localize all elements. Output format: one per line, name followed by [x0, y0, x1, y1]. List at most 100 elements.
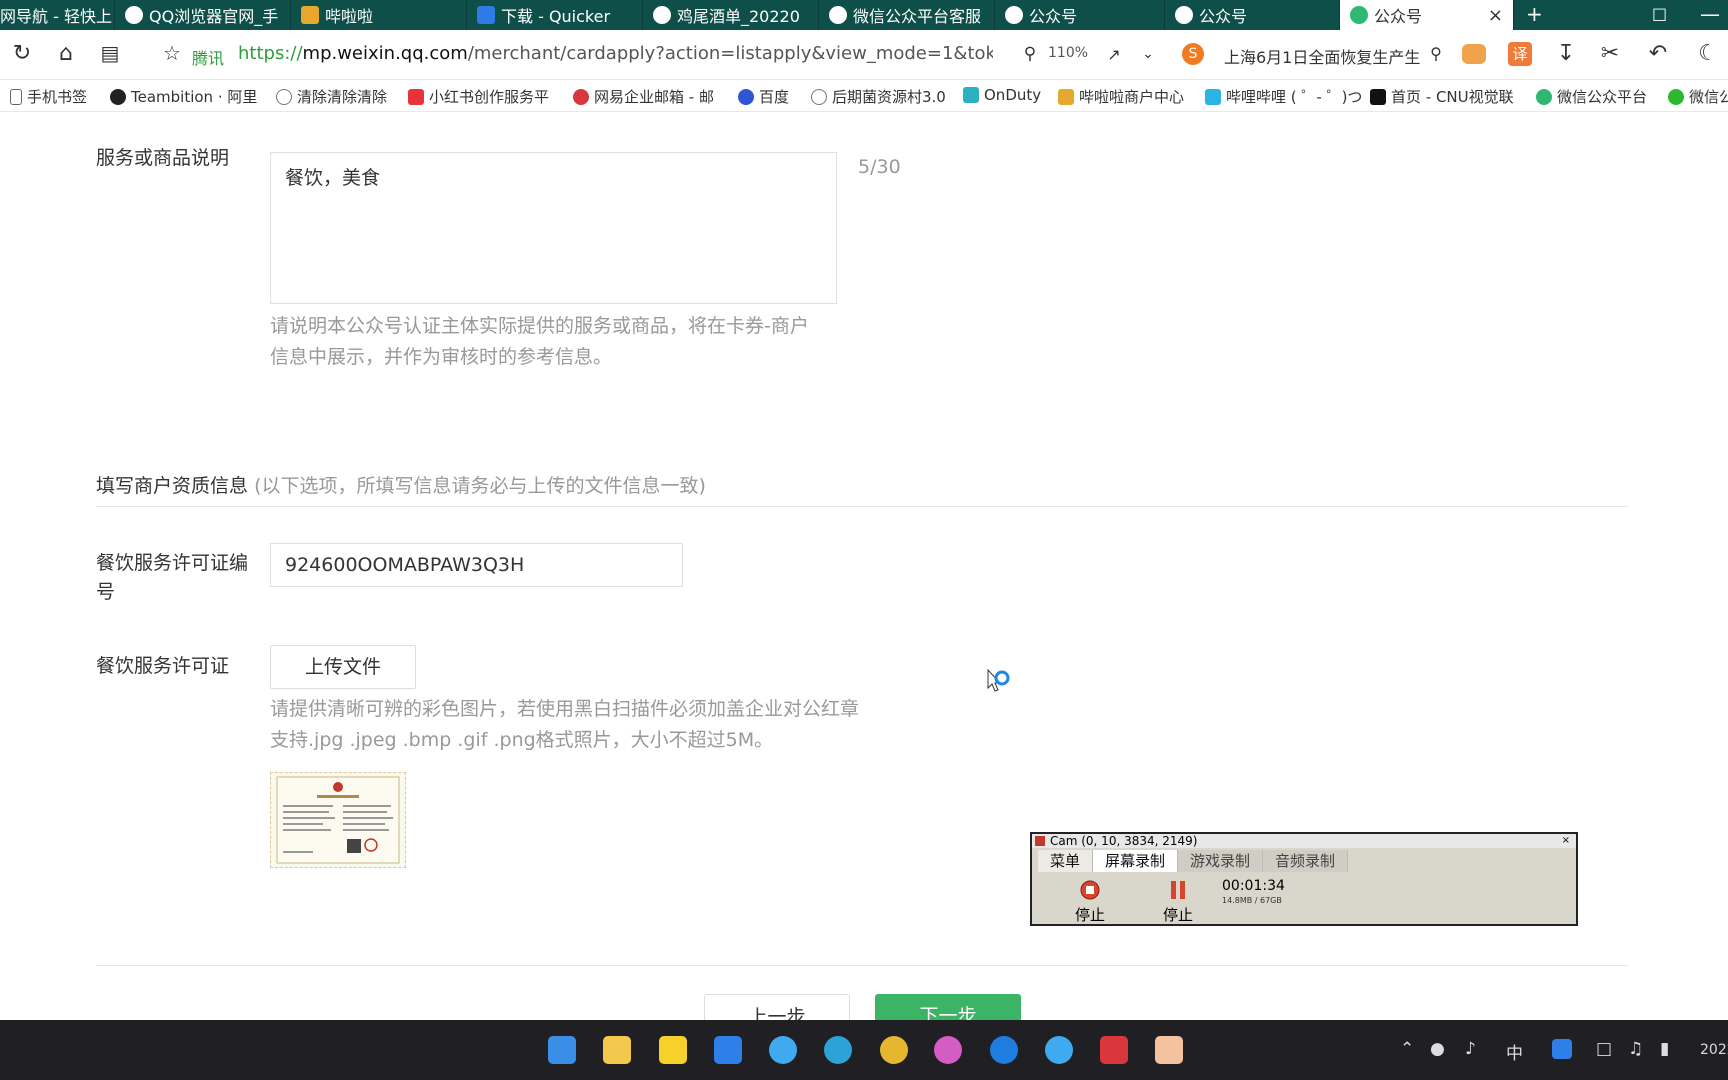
refresh-icon[interactable]: ↻	[8, 41, 36, 66]
search-app-icon[interactable]	[1045, 1036, 1073, 1064]
tab-1[interactable]: 网导航 - 轻快上	[0, 0, 115, 30]
tab-3[interactable]: 哔啦啦	[291, 0, 467, 30]
section-title: 填写商户资质信息 (以下选项，所填写信息请务必与上传的文件信息一致)	[96, 471, 706, 498]
wechat-mp-icon	[1350, 6, 1368, 24]
night-mode-icon[interactable]: ☾	[1694, 41, 1722, 66]
bookmark-item[interactable]: 微信公众平台	[1536, 86, 1647, 107]
tab-2[interactable]: QQ浏览器官网_手	[115, 0, 291, 30]
translate-icon[interactable]: 译	[1508, 42, 1532, 66]
bookmark-item[interactable]: Teambition · 阿里	[110, 86, 257, 107]
tab-5[interactable]: 鸡尾酒单_20220	[643, 0, 819, 30]
prev-step-button[interactable]: 上一步	[704, 994, 850, 1020]
shirt-icon[interactable]: □	[1652, 4, 1667, 23]
new-tab-button[interactable]: +	[1526, 2, 1543, 26]
bookmark-label: 微信公众平台	[1557, 88, 1648, 106]
network-icon[interactable]: □	[1596, 1039, 1612, 1059]
file-explorer-icon[interactable]	[603, 1036, 631, 1064]
license-number-input[interactable]: 924600OOMABPAW3Q3H	[270, 543, 683, 587]
bookmark-item[interactable]: 首页 - CNU视觉联	[1370, 86, 1514, 107]
qq-tray-icon[interactable]: ●	[1430, 1039, 1445, 1059]
bookmark-item[interactable]: 小红书创作服务平	[408, 86, 549, 107]
star-icon[interactable]: ☆	[158, 41, 186, 65]
tab-label: QQ浏览器官网_手	[149, 7, 279, 26]
sticky-notes-icon[interactable]	[659, 1036, 687, 1064]
wps-icon[interactable]	[1100, 1036, 1128, 1064]
share-icon[interactable]: ↗	[1100, 45, 1128, 64]
wechat-icon	[1668, 88, 1684, 105]
game-icon[interactable]	[1462, 44, 1486, 64]
start-icon[interactable]	[548, 1036, 576, 1064]
cam-stop-label: 停止	[1162, 906, 1193, 924]
home-icon[interactable]: ⌂	[52, 41, 80, 66]
cam-tab-game-record[interactable]: 游戏录制	[1178, 850, 1264, 872]
tab-4[interactable]: 下载 - Quicker	[467, 0, 643, 30]
license-thumbnail-image[interactable]	[270, 772, 406, 868]
teamviewer-icon[interactable]	[990, 1036, 1018, 1064]
mic-icon[interactable]: ♪	[1465, 1039, 1476, 1059]
address-bar: ↻ ⌂ ▤ ☆ 腾讯 https://mp.weixin.qq.com/merc…	[0, 30, 1728, 80]
ime-indicator[interactable]: 中	[1506, 1039, 1523, 1064]
tab-9-active[interactable]: 公众号 ×	[1340, 0, 1514, 30]
service-hint: 请说明本公众号认证主体实际提供的服务或商品，将在卡券-商户	[270, 315, 809, 337]
photo-app-icon[interactable]	[934, 1036, 962, 1064]
search-icon[interactable]: ⚲	[1422, 44, 1450, 63]
tab-label: 微信公众平台客服	[853, 7, 982, 26]
tab-8[interactable]: 公众号	[1165, 0, 1340, 30]
qq-icon[interactable]	[1552, 1039, 1572, 1059]
close-tab-icon[interactable]: ×	[1488, 5, 1503, 26]
cam-stop-button-1[interactable]: 停止	[1068, 880, 1112, 925]
battery-icon[interactable]: ▮	[1660, 1039, 1669, 1059]
url-field[interactable]: https://mp.weixin.qq.com/merchant/cardap…	[238, 43, 993, 64]
bookmark-item[interactable]: 网易企业邮箱 - 邮	[573, 86, 714, 107]
cam-pause-button[interactable]: 停止	[1156, 880, 1200, 925]
download-icon[interactable]: ↧	[1552, 41, 1580, 66]
bookmark-label: Teambition · 阿里	[131, 88, 258, 106]
cam-tab-audio-record[interactable]: 音频录制	[1263, 850, 1349, 872]
volume-icon[interactable]: ♫	[1628, 1039, 1643, 1059]
baidu-icon	[738, 88, 754, 105]
recorder-app-icon[interactable]	[1155, 1036, 1183, 1064]
bookmark-item[interactable]: 哔哩哔哩 ( ゜- ゜)つ	[1205, 86, 1362, 107]
license-number-label-cont: 号	[96, 581, 116, 603]
cam-recorder-window[interactable]: Cam (0, 10, 3834, 2149) × 菜单 屏幕录制 游戏录制 音…	[1030, 832, 1578, 926]
bookmark-label: 后期菌资源村3.0	[832, 88, 946, 106]
tab-6[interactable]: 微信公众平台客服	[819, 0, 995, 30]
service-description-textarea[interactable]: 餐饮，美食	[270, 152, 837, 304]
reader-icon[interactable]: ▤	[96, 41, 124, 65]
bookmark-item[interactable]: OnDuty	[963, 86, 1041, 104]
bookmark-label: 网易企业邮箱 - 邮	[594, 88, 714, 106]
tab-label: 公众号	[1199, 7, 1248, 26]
next-step-button[interactable]: 下一步	[875, 994, 1021, 1020]
sogou-search-icon[interactable]: S	[1182, 43, 1204, 65]
tab-7[interactable]: 公众号	[995, 0, 1165, 30]
cam-tab-menu[interactable]: 菜单	[1038, 850, 1094, 872]
edge-icon[interactable]	[824, 1036, 852, 1064]
xiaohongshu-icon	[408, 88, 424, 105]
section-subtitle: (以下选项，所填写信息请务必与上传的文件信息一致)	[254, 475, 706, 497]
zoom-level[interactable]: 110%	[1048, 45, 1088, 61]
zoom-icon[interactable]: ⚲	[1020, 44, 1040, 64]
bookmark-item[interactable]: 手机书签	[10, 86, 87, 107]
bookmark-bar: 手机书签 Teambition · 阿里 清除清除清除 小红书创作服务平 网易企…	[0, 80, 1728, 112]
minimize-button[interactable]: —	[1700, 2, 1720, 26]
bookmark-item[interactable]: 百度	[738, 86, 789, 107]
tray-chevron-icon[interactable]: ⌃	[1400, 1039, 1414, 1059]
close-icon[interactable]: ×	[1562, 834, 1570, 848]
bookmark-label: OnDuty	[984, 86, 1042, 104]
bookmark-item[interactable]: 清除清除清除	[276, 86, 387, 107]
bookmark-item[interactable]: 后期菌资源村3.0	[811, 86, 946, 107]
undo-icon[interactable]: ↶	[1644, 41, 1672, 66]
chrome-icon[interactable]	[880, 1036, 908, 1064]
chevron-down-icon[interactable]: ⌄	[1134, 46, 1162, 62]
clock-date[interactable]: 2022	[1700, 1042, 1728, 1058]
qq-browser-icon[interactable]	[769, 1036, 797, 1064]
todo-icon[interactable]	[714, 1036, 742, 1064]
mail-icon	[573, 88, 589, 105]
bookmark-item[interactable]: 微信公	[1668, 86, 1728, 107]
globe-icon	[811, 88, 827, 105]
cam-tab-screen-record[interactable]: 屏幕录制	[1093, 850, 1179, 872]
scissors-icon[interactable]: ✂	[1596, 41, 1624, 66]
upload-file-button[interactable]: 上传文件	[270, 645, 416, 689]
cam-timer: 00:01:34	[1222, 878, 1285, 894]
bookmark-item[interactable]: 哔啦啦商户中心	[1058, 86, 1184, 107]
